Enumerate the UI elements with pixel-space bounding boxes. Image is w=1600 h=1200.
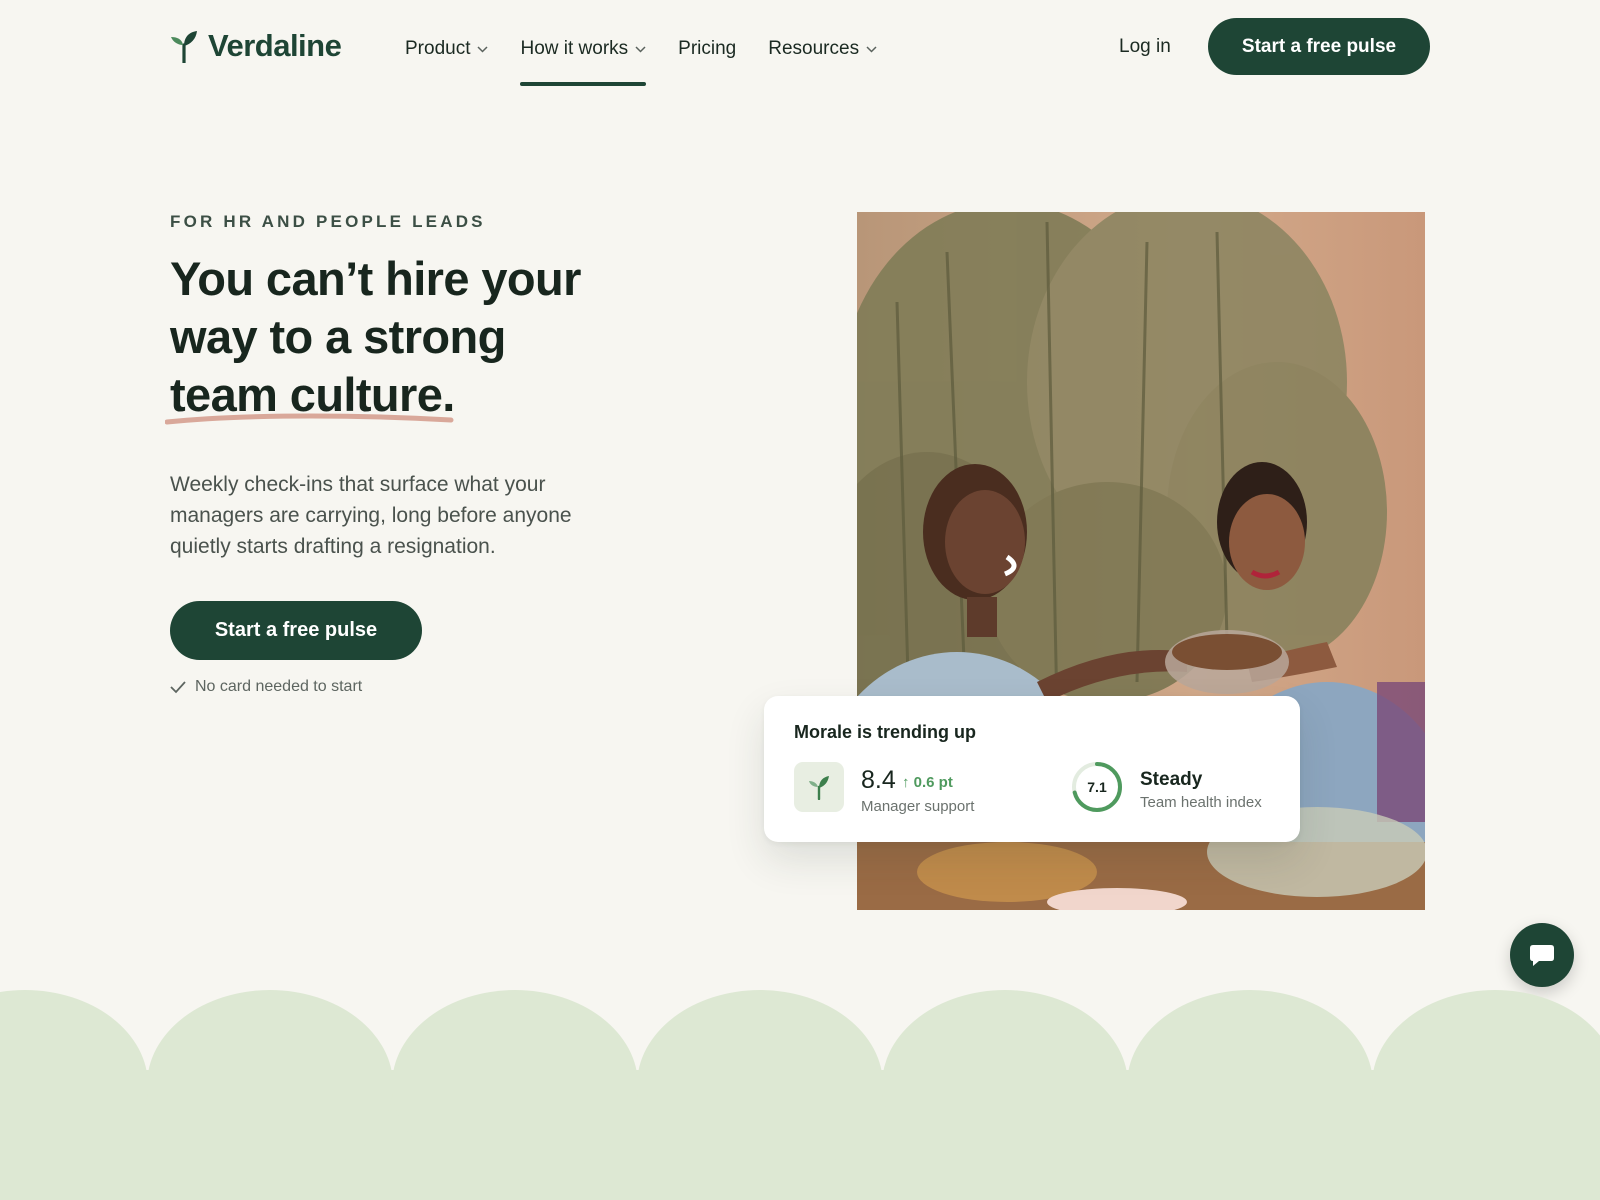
chevron-down-icon (635, 45, 646, 53)
brand-logo[interactable]: Verdaline (170, 28, 342, 64)
underline-wrap: team culture. (165, 366, 455, 425)
sprout-icon (809, 776, 829, 800)
no-card-text: No card needed to start (195, 678, 363, 695)
chevron-down-icon (866, 45, 877, 53)
nav-item-label: Pricing (678, 38, 737, 59)
metric-icon-tile (794, 762, 844, 812)
health-score: 7.1 (1087, 779, 1107, 795)
hero-eyebrow: FOR HR AND PEOPLE LEADS (170, 212, 486, 231)
scallop-band (0, 990, 1600, 1200)
chat-bubble-icon (1530, 945, 1554, 966)
manager-support-label: Manager support (861, 798, 975, 815)
manager-support-delta: ↑ 0.6 pt (902, 774, 953, 791)
headline-line-underlined: team culture. (165, 366, 690, 425)
headline-line: You can’t hire your (170, 252, 581, 305)
sprout-logo-icon (171, 31, 197, 63)
hand-drawn-underline-icon (165, 413, 454, 425)
brand-name: Verdaline (208, 28, 342, 63)
top-navigation: Verdaline Product How it works Pricing R… (0, 0, 1600, 96)
card-title: Morale is trending up (794, 722, 977, 742)
health-status: Steady (1140, 769, 1203, 790)
hero-headline: You can’t hire your way to a strong team… (165, 250, 690, 425)
manager-support-value: 8.4 (861, 766, 896, 794)
nav-item-label: How it works (520, 38, 629, 59)
nav-item-pricing[interactable]: Pricing (678, 36, 736, 62)
checkmark-icon (170, 681, 186, 694)
primary-nav: Product How it works Pricing Resources (405, 36, 877, 86)
health-index-label: Team health index (1140, 794, 1262, 811)
hero-description: Weekly check-ins that surface what your … (170, 473, 572, 558)
nav-item-label: Resources (768, 38, 860, 59)
login-link[interactable]: Log in (1119, 36, 1171, 58)
nav-item-product[interactable]: Product (405, 36, 489, 62)
chevron-down-icon (477, 45, 489, 53)
nav-item-how-it-works[interactable]: How it works (520, 36, 646, 86)
morale-stats-card: Morale is trending up 8.4 ↑ 0.6 pt Manag… (764, 696, 1300, 842)
no-card-note: No card needed to start (170, 678, 362, 696)
headline-line: way to a strong (170, 310, 506, 363)
hero-start-pulse-button[interactable]: Start a free pulse (170, 601, 422, 660)
nav-start-pulse-button[interactable]: Start a free pulse (1208, 18, 1430, 75)
nav-item-resources[interactable]: Resources (768, 36, 877, 62)
nav-item-label: Product (405, 38, 471, 59)
chat-launcher-button[interactable] (1510, 923, 1574, 987)
